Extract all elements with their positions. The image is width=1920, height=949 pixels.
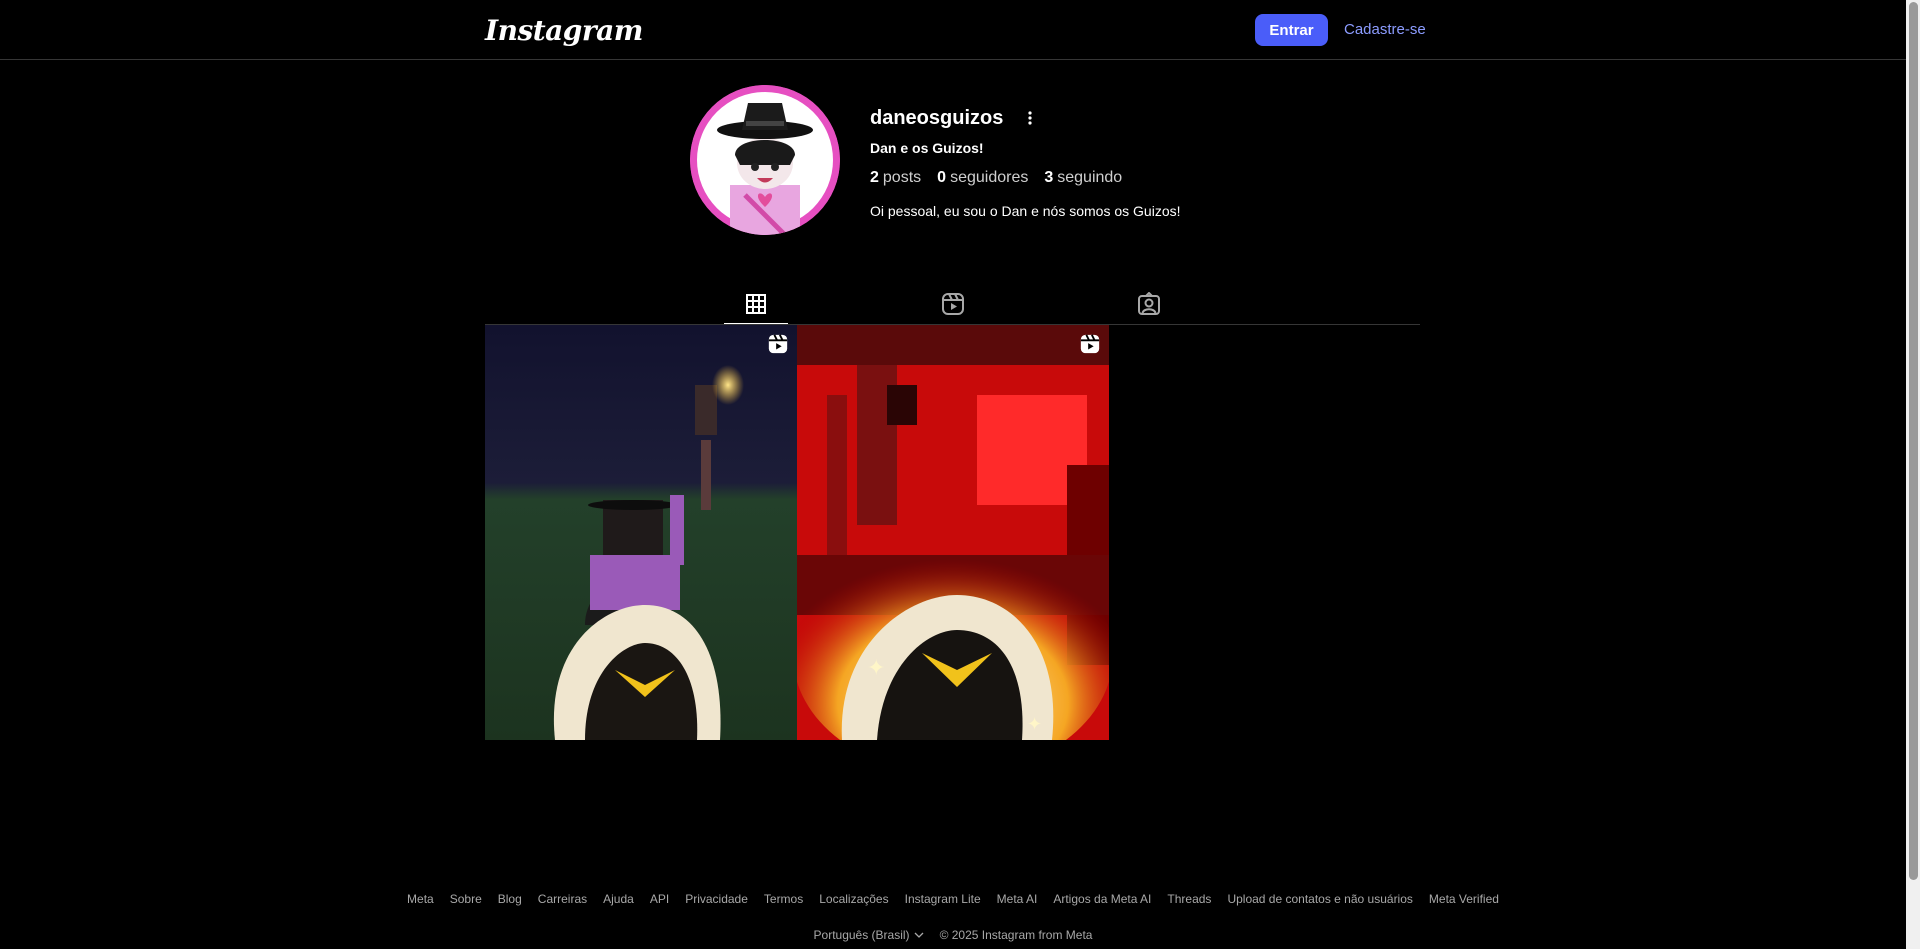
footer-link-threads[interactable]: Threads — [1167, 892, 1211, 906]
post-image — [485, 325, 797, 740]
footer-link-instagram-lite[interactable]: Instagram Lite — [905, 892, 981, 906]
footer-links: Meta Sobre Blog Carreiras Ajuda API Priv… — [0, 892, 1906, 906]
profile-username: daneosguizos — [870, 107, 1004, 129]
posts-count: 2 — [870, 169, 879, 186]
svg-text:✦: ✦ — [814, 137, 822, 148]
following-count: 3 — [1044, 169, 1054, 186]
posts-label: posts — [882, 169, 922, 186]
footer-link-meta-ai[interactable]: Meta AI — [997, 892, 1038, 906]
footer-link-termos[interactable]: Termos — [764, 892, 803, 906]
scrollbar-thumb[interactable] — [1909, 2, 1918, 880]
profile-bio: Oi pessoal, eu sou o Dan e nós somos os … — [870, 203, 1181, 219]
following-label: seguindo — [1057, 169, 1123, 186]
footer-link-carreiras[interactable]: Carreiras — [538, 892, 587, 906]
svg-text:✦: ✦ — [706, 131, 714, 142]
footer-link-artigos-meta-ai[interactable]: Artigos da Meta AI — [1053, 892, 1151, 906]
following-stat[interactable]: 3 seguindo — [1044, 169, 1122, 187]
footer-bottom: Português (Brasil) © 2025 Instagram from… — [0, 928, 1906, 942]
post-thumbnail[interactable]: ✦ ✦ — [797, 325, 1109, 740]
post-thumbnail[interactable] — [485, 325, 797, 740]
profile-full-name: Dan e os Guizos! — [870, 140, 984, 156]
followers-stat[interactable]: 0 seguidores — [937, 169, 1028, 187]
tagged-user-icon — [1138, 292, 1160, 315]
followers-label: seguidores — [950, 169, 1029, 186]
top-navbar: Instagram Entrar Cadastre-se — [0, 0, 1906, 60]
svg-text:✦: ✦ — [1027, 714, 1042, 734]
svg-text:✦: ✦ — [867, 655, 885, 680]
language-selector[interactable]: Português (Brasil) — [814, 928, 924, 942]
footer-link-sobre[interactable]: Sobre — [450, 892, 482, 906]
instagram-logo[interactable]: Instagram — [485, 14, 643, 47]
tab-reels[interactable] — [921, 284, 985, 324]
chevron-down-icon — [914, 932, 924, 938]
tab-posts[interactable] — [724, 284, 788, 325]
language-label: Português (Brasil) — [813, 928, 910, 942]
footer-link-api[interactable]: API — [650, 892, 669, 906]
footer-link-meta[interactable]: Meta — [407, 892, 434, 906]
profile-avatar[interactable]: ✦ ✦ — [690, 85, 840, 235]
footer-link-ajuda[interactable]: Ajuda — [603, 892, 634, 906]
reel-badge-icon — [768, 334, 788, 354]
more-options-icon[interactable] — [1020, 108, 1040, 128]
footer-link-localizacoes[interactable]: Localizações — [819, 892, 888, 906]
profile-stats: 2 posts 0 seguidores 3 seguindo — [870, 169, 1122, 187]
login-button[interactable]: Entrar — [1255, 14, 1328, 46]
footer-link-privacidade[interactable]: Privacidade — [685, 892, 748, 906]
avatar-illustration: ✦ ✦ — [690, 85, 840, 235]
grid-icon — [746, 293, 766, 314]
copyright: © 2025 Instagram from Meta — [939, 928, 1093, 942]
footer-link-meta-verified[interactable]: Meta Verified — [1429, 892, 1499, 906]
signup-link[interactable]: Cadastre-se — [1344, 21, 1426, 38]
footer-link-upload-contatos[interactable]: Upload de contatos e não usuários — [1227, 892, 1412, 906]
reel-badge-icon — [1080, 334, 1100, 354]
followers-count: 0 — [937, 169, 947, 186]
reels-icon — [942, 293, 964, 315]
post-image: ✦ ✦ — [797, 325, 1109, 740]
tab-tagged[interactable] — [1117, 284, 1181, 324]
footer-link-blog[interactable]: Blog — [498, 892, 522, 906]
posts-stat: 2 posts — [870, 169, 921, 187]
